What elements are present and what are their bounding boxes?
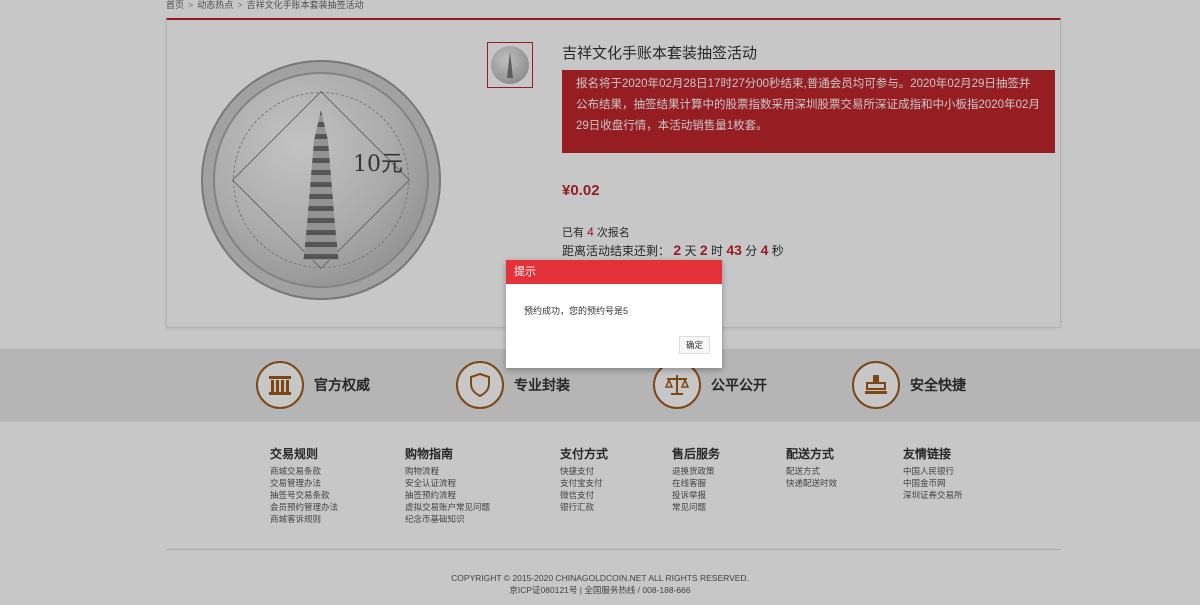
dialog-title: 提示 xyxy=(506,260,722,284)
alert-dialog: 提示 预约成功，您的预约号是5 确定 xyxy=(506,260,722,368)
ok-button[interactable]: 确定 xyxy=(678,336,710,354)
